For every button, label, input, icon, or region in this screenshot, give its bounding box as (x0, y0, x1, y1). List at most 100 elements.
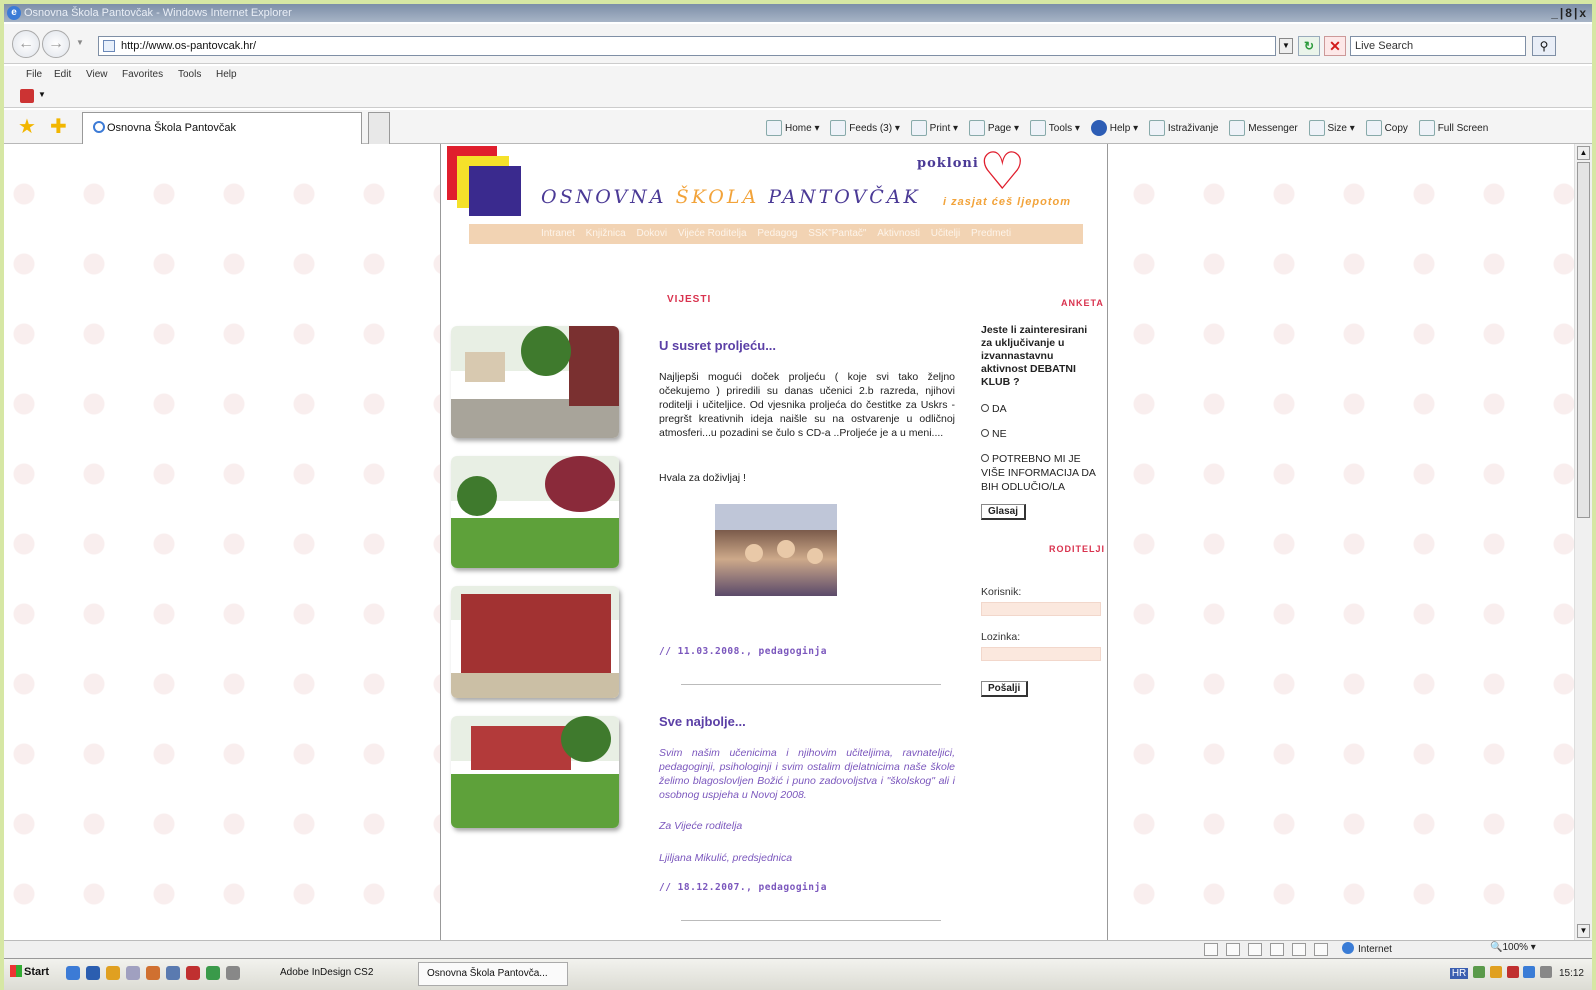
word-quicklaunch-icon[interactable] (86, 966, 100, 980)
poll-option-vise-info[interactable]: POTREBNO MI JE VIŠE INFORMACIJA DA BIH O… (981, 452, 1105, 494)
nav-knjiznica[interactable]: Knjižnica (586, 228, 626, 239)
clock[interactable]: 15:12 (1559, 968, 1584, 979)
nav-pedagog[interactable]: Pedagog (757, 228, 797, 239)
zoom-level[interactable]: 🔍100% ▾ (1490, 942, 1536, 953)
news-separator (681, 920, 941, 921)
login-submit-button[interactable]: Pošalji (981, 681, 1029, 697)
nav-vijece-roditelja[interactable]: Vijeće Roditelja (678, 228, 747, 239)
username-field[interactable] (981, 602, 1101, 616)
recent-pages-dropdown-icon[interactable]: ▼ (76, 38, 84, 47)
poll-option-ne[interactable]: NE (981, 427, 1007, 441)
fullscreen-button[interactable]: Full Screen (1418, 120, 1489, 136)
ie-quicklaunch-icon[interactable] (66, 966, 80, 980)
research-button[interactable]: Istraživanje (1148, 120, 1218, 136)
new-tab-button[interactable] (368, 112, 390, 144)
feeds-button[interactable]: Feeds (3) ▾ (830, 120, 900, 136)
news-sign-1: Za Vijeće roditelja (659, 820, 743, 832)
nav-intranet[interactable]: Intranet (541, 228, 575, 239)
poll-section-title: ANKETA (1061, 298, 1104, 308)
stop-button[interactable]: ✕ (1324, 36, 1346, 56)
app-quicklaunch-icon[interactable] (226, 966, 240, 980)
nav-predmeti[interactable]: Predmeti (971, 228, 1011, 239)
photo-building (471, 726, 571, 770)
ie-tab-icon (93, 121, 105, 133)
scroll-up-icon[interactable]: ▲ (1577, 146, 1590, 160)
home-button[interactable]: Home ▾ (766, 120, 820, 136)
help-button[interactable]: Help ▾ (1090, 120, 1138, 136)
menu-favorites[interactable]: Favorites (122, 69, 163, 80)
nav-dokovi[interactable]: Dokovi (636, 228, 667, 239)
menu-file[interactable]: File (26, 69, 42, 80)
photo-building (569, 326, 619, 406)
security-zone[interactable]: Internet (1342, 942, 1392, 955)
language-indicator[interactable]: HR (1449, 968, 1469, 979)
fullscreen-label: Full Screen (1437, 123, 1489, 134)
print-button[interactable]: Print ▾ (910, 120, 958, 136)
menu-help[interactable]: Help (216, 69, 237, 80)
links-dropdown-icon[interactable]: ▼ (38, 90, 46, 99)
news-title-1[interactable]: U susret proljeću... (659, 338, 776, 353)
app-quicklaunch-icon[interactable] (166, 966, 180, 980)
fullscreen-icon (1418, 120, 1435, 136)
page-button[interactable]: Page ▾ (968, 120, 1019, 136)
links-bar: ▼ (4, 84, 1592, 108)
taskbar-ie-window[interactable]: Osnovna Škola Pantovča... (418, 962, 568, 986)
poll-option-da[interactable]: DA (981, 402, 1007, 416)
copy-label: Copy (1384, 123, 1408, 134)
tray-app-icon[interactable] (1489, 966, 1502, 978)
app-quicklaunch-icon[interactable] (146, 966, 160, 980)
vote-button[interactable]: Glasaj (981, 504, 1027, 520)
volume-icon[interactable] (1540, 966, 1553, 978)
network-icon[interactable] (1473, 966, 1486, 978)
nav-aktivnosti[interactable]: Aktivnosti (877, 228, 920, 239)
refresh-button[interactable]: ↻ (1298, 36, 1320, 56)
copy-button[interactable]: Copy (1365, 120, 1408, 136)
print-icon (910, 120, 927, 136)
forward-button[interactable]: → (42, 30, 70, 58)
search-icon[interactable]: ⚲ (1532, 36, 1556, 56)
school-photo-3 (451, 586, 619, 698)
url-input[interactable]: http://www.os-pantovcak.hr/ (98, 36, 1276, 56)
poll-option-label: POTREBNO MI JE VIŠE INFORMACIJA DA BIH O… (981, 453, 1096, 493)
nav-ucitelji[interactable]: Učitelji (931, 228, 960, 239)
school-name-part1: OSNOVNA (541, 186, 667, 208)
links-page-icon[interactable] (20, 89, 34, 103)
tools-button[interactable]: Tools ▾ (1029, 120, 1080, 136)
radio-icon[interactable] (981, 429, 989, 437)
news-title-2[interactable]: Sve najbolje... (659, 714, 746, 729)
scroll-down-icon[interactable]: ▼ (1577, 924, 1590, 938)
url-dropdown-icon[interactable]: ▼ (1279, 38, 1293, 54)
nav-ssk[interactable]: SSK"Pantač" (808, 228, 866, 239)
password-field[interactable] (981, 647, 1101, 661)
add-favorite-star-icon[interactable]: ✚ (50, 117, 67, 137)
antivirus-icon[interactable] (1506, 966, 1519, 978)
app-quicklaunch-icon[interactable] (186, 966, 200, 980)
search-input[interactable]: Live Search (1350, 36, 1526, 56)
app-quicklaunch-icon[interactable] (126, 966, 140, 980)
menu-edit[interactable]: Edit (54, 69, 71, 80)
radio-icon[interactable] (981, 404, 989, 412)
page-label: Page (987, 123, 1012, 134)
scroll-thumb[interactable] (1577, 162, 1590, 518)
tray-app-icon[interactable] (1523, 966, 1536, 978)
vertical-scrollbar[interactable]: ▲ ▼ (1574, 144, 1592, 940)
window-controls[interactable]: _|8|x (1551, 4, 1588, 22)
menu-view[interactable]: View (86, 69, 108, 80)
page-viewport: OSNOVNA ŠKOLA PANTOVČAK pokloni ♡ i zasj… (4, 144, 1574, 940)
photo-building (461, 594, 611, 674)
taskbar-indesign[interactable]: Adobe InDesign CS2 (272, 962, 412, 986)
command-bar: Home ▾ Feeds (3) ▾ Print ▾ Page ▾ Tools … (766, 120, 1496, 136)
help-icon (1090, 120, 1107, 136)
school-name[interactable]: OSNOVNA ŠKOLA PANTOVČAK (541, 186, 921, 208)
messenger-button[interactable]: Messenger (1229, 120, 1298, 136)
outlook-quicklaunch-icon[interactable] (106, 966, 120, 980)
back-button[interactable]: ← (12, 30, 40, 58)
tab-osnovna-skola[interactable]: Osnovna Škola Pantovčak (82, 112, 362, 144)
app-quicklaunch-icon[interactable] (206, 966, 220, 980)
size-button[interactable]: Size ▾ (1308, 120, 1355, 136)
menu-tools[interactable]: Tools (178, 69, 201, 80)
favorites-star-icon[interactable]: ★ (18, 117, 36, 137)
start-button[interactable]: Start (10, 965, 49, 978)
radio-icon[interactable] (981, 454, 989, 462)
photo-ground (451, 673, 619, 698)
